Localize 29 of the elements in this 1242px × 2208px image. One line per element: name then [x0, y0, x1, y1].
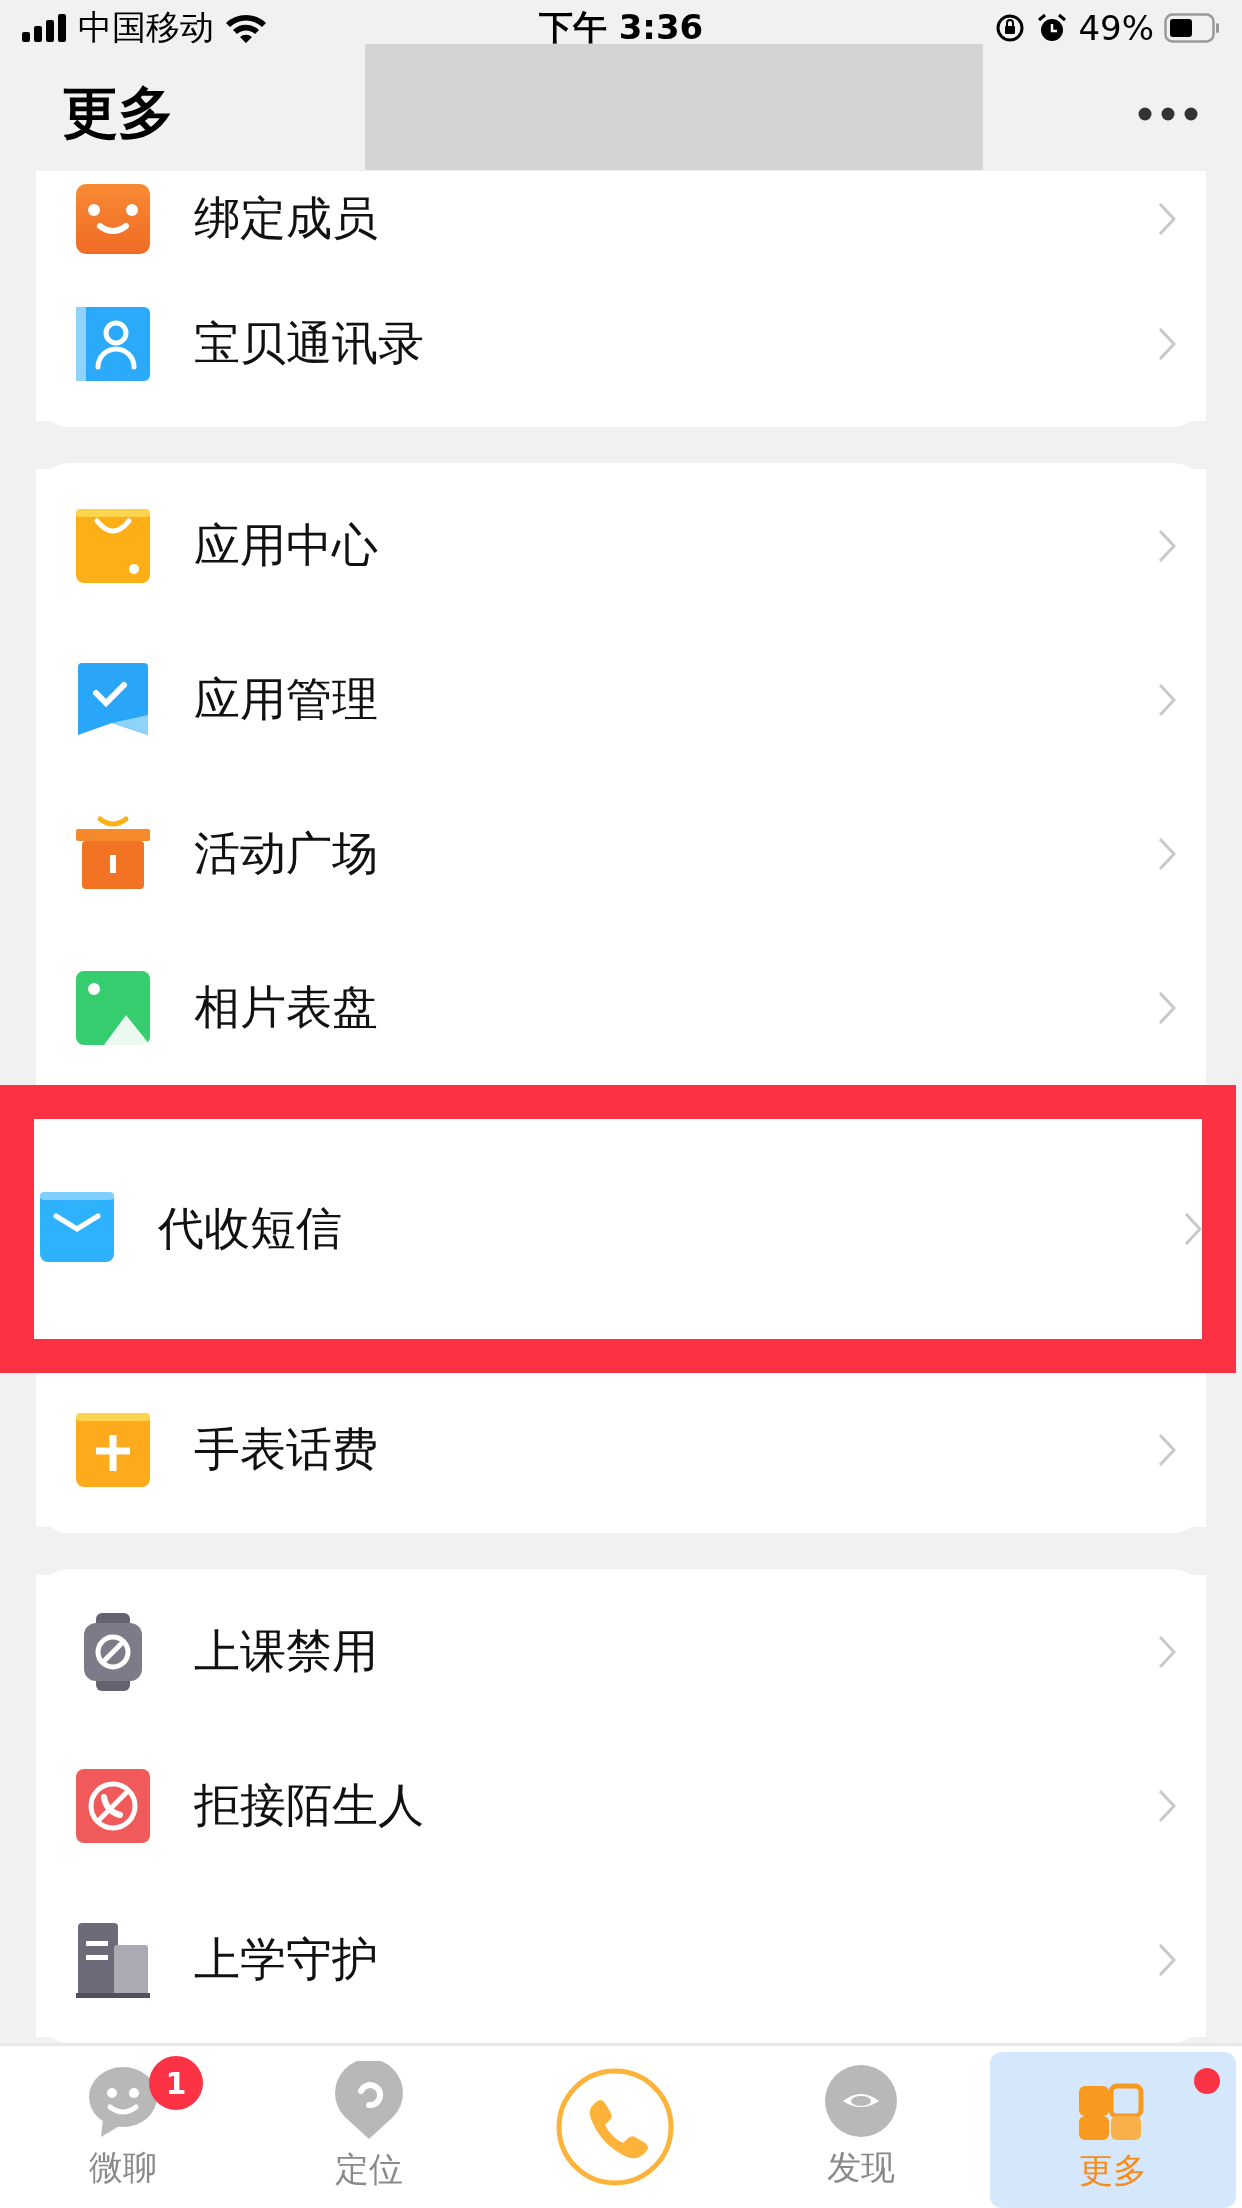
bag-icon [74, 507, 152, 586]
more-options-icon[interactable] [1138, 106, 1198, 121]
plus-icon [74, 1411, 152, 1490]
image-icon [74, 969, 152, 1048]
signal-icon [22, 13, 68, 42]
clock-time: 下午 3:36 [538, 5, 704, 49]
chevron-icon [1158, 837, 1176, 872]
unread-badge: 1 [149, 2056, 203, 2111]
battery-icon [1164, 12, 1220, 43]
battery-percent: 49% [1078, 7, 1154, 48]
chevron-icon [1158, 1943, 1176, 1978]
chevron-icon [1158, 683, 1176, 718]
phone-icon [555, 2067, 675, 2188]
chevron-icon [1158, 991, 1176, 1026]
eye-icon [823, 2063, 899, 2140]
page-title: 更多 [62, 78, 174, 147]
chevron-icon [1158, 327, 1176, 362]
blocked-phone-icon [74, 1767, 152, 1846]
building-icon [74, 1921, 152, 2000]
chevron-icon [1184, 1212, 1202, 1247]
tab[interactable]: 微聊 1 [0, 2046, 246, 2208]
chevron-icon [1158, 529, 1176, 564]
carrier-name: 中国移动 [78, 5, 214, 49]
chevron-icon [1158, 1433, 1176, 1468]
chevron-icon [1158, 1635, 1176, 1670]
contact-icon [74, 305, 152, 384]
chevron-icon [1158, 1789, 1176, 1824]
chevron-icon [1158, 202, 1176, 237]
alarm-icon [1036, 11, 1069, 44]
